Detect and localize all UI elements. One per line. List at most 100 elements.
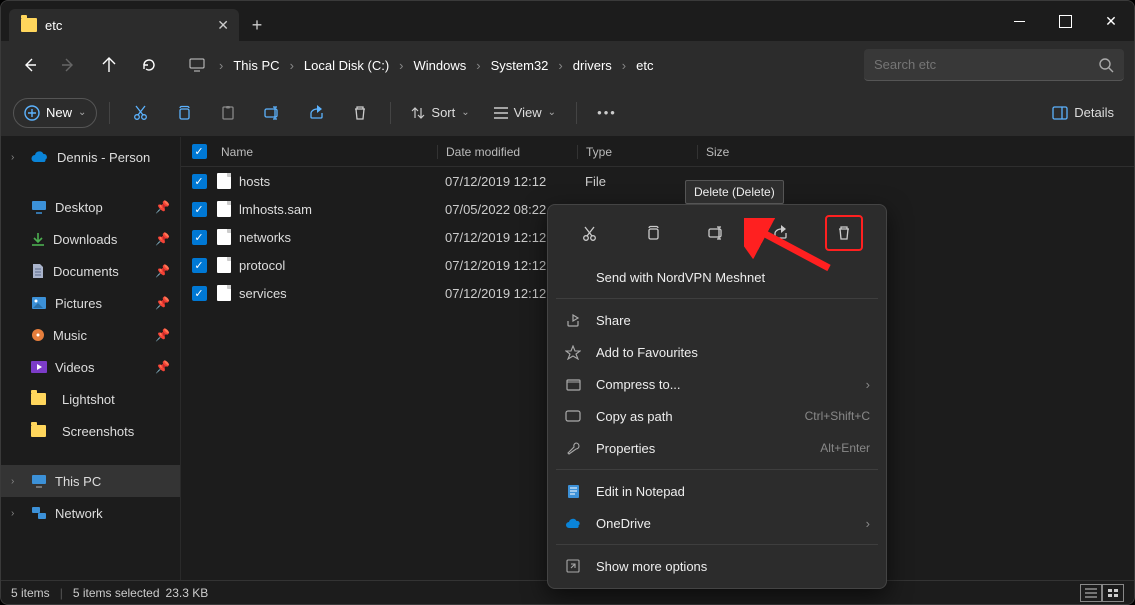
checkbox[interactable]: ✓ [192,230,207,245]
paste-button[interactable] [210,95,246,131]
ctx-copy-path[interactable]: Copy as pathCtrl+Shift+C [548,400,886,432]
checkbox[interactable]: ✓ [192,202,207,217]
video-icon [31,361,47,373]
status-items: 5 items [11,586,50,600]
sidebar-item-network[interactable]: ›Network [1,497,180,529]
forward-button[interactable] [51,47,87,83]
back-button[interactable] [11,47,47,83]
pin-icon: 📌 [155,200,170,214]
sidebar-item-music[interactable]: Music📌 [1,319,180,351]
notepad-icon [564,484,582,499]
view-button[interactable]: View⌄ [486,101,564,124]
sidebar-item-onedrive[interactable]: ›Dennis - Person [1,141,180,173]
breadcrumb: › This PC› Local Disk (C:)› Windows› Sys… [171,47,860,83]
add-icon [24,105,40,121]
delete-tooltip: Delete (Delete) [685,180,784,204]
star-icon [564,345,582,360]
ctx-properties[interactable]: PropertiesAlt+Enter [548,432,886,464]
command-bar: New ⌄ Sort⌄ View⌄ ••• Details [1,89,1134,137]
pc-icon[interactable] [179,47,215,83]
expand-icon [564,559,582,573]
chevron-right-icon: › [217,58,225,73]
ctx-onedrive[interactable]: OneDrive› [548,507,886,539]
breadcrumb-item[interactable]: Windows [408,54,473,77]
maximize-button[interactable] [1042,1,1088,41]
ctx-more-options[interactable]: Show more options [548,550,886,582]
breadcrumb-item[interactable]: System32 [485,54,555,77]
up-button[interactable] [91,47,127,83]
ctx-share[interactable]: Share [548,304,886,336]
ctx-copy-button[interactable] [634,215,672,251]
network-icon [31,506,47,520]
ctx-notepad[interactable]: Edit in Notepad [548,475,886,507]
details-view-icon[interactable] [1080,584,1102,602]
tab-etc[interactable]: etc ✕ [9,9,239,41]
file-icon [217,229,231,245]
search-field[interactable] [874,57,1098,72]
new-button[interactable]: New ⌄ [13,98,97,128]
sidebar-item-documents[interactable]: Documents📌 [1,255,180,287]
title-bar: etc ✕ + ✕ [1,1,1134,41]
copy-button[interactable] [166,95,202,131]
sidebar-item-screenshots[interactable]: Screenshots [1,415,180,447]
details-pane-button[interactable]: Details [1044,101,1122,124]
file-row[interactable]: ✓hosts07/12/2019 12:12File [181,167,1134,195]
more-button[interactable]: ••• [589,95,625,131]
file-type: File [577,174,697,189]
sidebar-item-lightshot[interactable]: Lightshot [1,383,180,415]
status-selected: 5 items selected [73,586,160,600]
rename-button[interactable] [254,95,290,131]
sort-button[interactable]: Sort⌄ [403,101,477,124]
breadcrumb-item[interactable]: drivers [567,54,618,77]
desktop-icon [31,200,47,214]
details-icon [1052,106,1068,120]
status-size: 23.3 KB [166,586,209,600]
search-input[interactable] [864,49,1124,81]
ctx-send-nordvpn[interactable]: Send with NordVPN Meshnet [548,261,886,293]
sidebar-item-videos[interactable]: Videos📌 [1,351,180,383]
column-name[interactable]: Name [217,145,437,159]
checkbox[interactable]: ✓ [192,258,207,273]
new-tab-button[interactable]: + [239,9,275,41]
ctx-cut-button[interactable] [571,215,609,251]
folder-icon [31,425,46,437]
breadcrumb-item[interactable]: This PC [227,54,285,77]
close-icon[interactable]: ✕ [217,17,229,34]
breadcrumb-item[interactable]: Local Disk (C:) [298,54,395,77]
breadcrumb-item[interactable]: etc [630,54,659,77]
checkbox[interactable]: ✓ [192,174,207,189]
file-icon [217,257,231,273]
select-all-checkbox[interactable]: ✓ [181,144,217,159]
file-icon [217,173,231,189]
large-icons-view-icon[interactable] [1102,584,1124,602]
refresh-button[interactable] [131,47,167,83]
window-close-button[interactable]: ✕ [1088,1,1134,41]
cut-button[interactable] [122,95,158,131]
share-button[interactable] [298,95,334,131]
checkbox[interactable]: ✓ [192,286,207,301]
download-icon [31,232,45,246]
column-date[interactable]: Date modified [437,145,577,159]
ctx-compress[interactable]: Compress to...› [548,368,886,400]
sidebar-item-pictures[interactable]: Pictures📌 [1,287,180,319]
archive-icon [564,377,582,391]
file-name: networks [239,230,291,245]
annotation-arrow [744,218,834,278]
delete-button[interactable] [342,95,378,131]
file-date: 07/12/2019 12:12 [437,174,577,189]
pc-icon [31,474,47,488]
sidebar-item-thispc[interactable]: ›This PC [1,465,180,497]
column-size[interactable]: Size [697,145,797,159]
cloud-icon [564,518,582,529]
sidebar-item-desktop[interactable]: Desktop📌 [1,191,180,223]
column-headers: ✓ Name Date modified Type Size [181,137,1134,167]
sort-icon [411,106,425,120]
ctx-rename-button[interactable] [698,215,736,251]
folder-icon [21,18,37,32]
music-icon [31,328,45,342]
sidebar-item-downloads[interactable]: Downloads📌 [1,223,180,255]
column-type[interactable]: Type [577,145,697,159]
context-menu: Send with NordVPN Meshnet Share Add to F… [547,204,887,589]
ctx-favourites[interactable]: Add to Favourites [548,336,886,368]
minimize-button[interactable] [996,1,1042,41]
